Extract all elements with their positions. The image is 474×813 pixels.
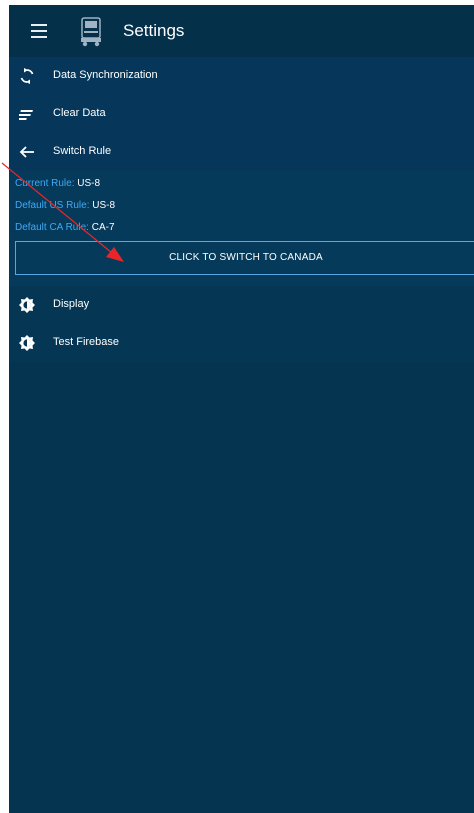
menu-item-label: Clear Data (53, 107, 106, 119)
current-rule-line: Current Rule: US-8 (15, 178, 100, 189)
menu-item-data-synchronization[interactable]: Data Synchronization (9, 57, 474, 95)
menu-item-label: Data Synchronization (53, 69, 158, 81)
default-ca-rule-label: Default CA Rule: (15, 222, 89, 233)
default-ca-rule-value: CA-7 (91, 222, 115, 233)
default-us-rule-line: Default US Rule: US-8 (15, 200, 115, 211)
current-rule-value: US-8 (77, 178, 101, 189)
switch-to-canada-button[interactable]: CLICK TO SWITCH TO CANADA (15, 241, 474, 275)
back-arrow-icon (19, 144, 35, 160)
brightness-icon (19, 297, 35, 313)
page-title: Settings (123, 21, 185, 40)
clear-data-icon (16, 106, 35, 122)
menu-item-test-firebase[interactable]: Test Firebase (9, 324, 474, 362)
brightness-icon (19, 335, 35, 351)
toolbar: Settings (9, 5, 474, 57)
default-us-rule-label: Default US Rule: (15, 200, 90, 211)
menu-item-label: Switch Rule (53, 145, 112, 157)
menu-item-switch-rule[interactable]: Switch Rule (9, 133, 474, 171)
default-ca-rule-line: Default CA Rule: CA-7 (15, 222, 115, 233)
menu-item-label: Test Firebase (53, 336, 120, 348)
current-rule-label: Current Rule: (15, 178, 75, 189)
menu-item-label: Display (53, 298, 90, 310)
default-us-rule-value: US-8 (92, 200, 116, 211)
menu-item-display[interactable]: Display (9, 286, 474, 324)
settings-screen: Settings Data Synchronization Clear Data (9, 5, 474, 813)
sync-icon (19, 68, 35, 84)
hamburger-menu-icon[interactable] (31, 24, 47, 38)
menu-item-clear-data[interactable]: Clear Data (9, 95, 474, 133)
truck-icon (79, 17, 103, 47)
